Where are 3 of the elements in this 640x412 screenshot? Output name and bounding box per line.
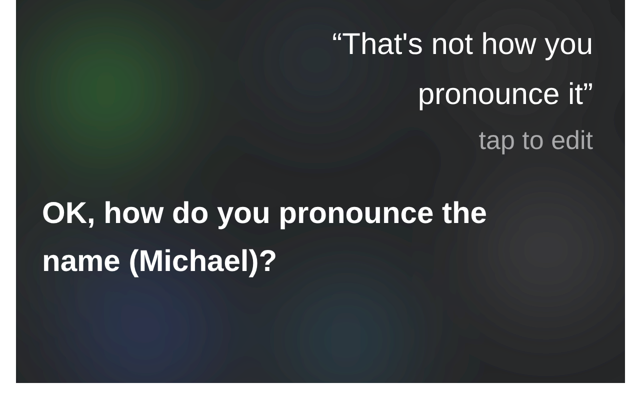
tap-to-edit-link[interactable]: tap to edit [478,120,593,160]
siri-reply: OK, how do you pronounce the name (Michael)? [42,196,488,280]
user-utterance: “That's not how you pronounce it” [331,27,593,113]
